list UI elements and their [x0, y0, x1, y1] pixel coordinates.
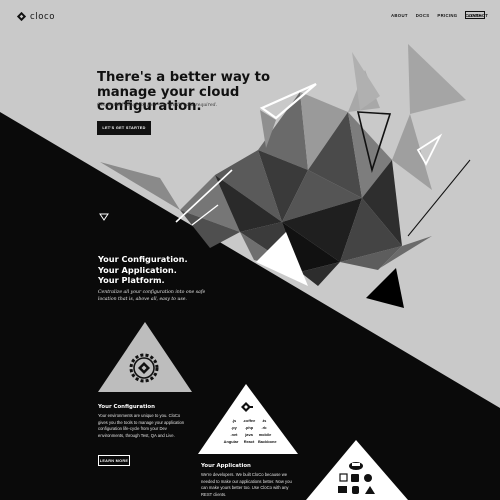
logo-text: cloco: [30, 11, 56, 22]
tagline-line-1: Your Configuration.: [98, 254, 188, 264]
tech-backbone: Backbone: [258, 439, 277, 444]
tagline-title: Your Configuration. Your Application. Yo…: [98, 254, 238, 286]
platform-icons-cluster: [338, 462, 375, 494]
logo[interactable]: cloco: [16, 11, 55, 22]
cloco-logo-small-icon: [241, 402, 253, 412]
tagline-line-2: Your Application.: [98, 264, 177, 275]
black-triangle: [366, 268, 404, 308]
tech-ts: .ts: [261, 418, 267, 423]
nav-docs[interactable]: DOCS: [416, 13, 430, 18]
tech-mobile: mobile: [258, 432, 272, 437]
configuration-text: Your environments are unique to you. Clo…: [98, 413, 185, 438]
nav-about[interactable]: ABOUT: [391, 13, 408, 18]
tagline-description: Centralize all your configuration into o…: [98, 290, 206, 302]
cloco-logo-icon: [16, 11, 27, 22]
tech-angular: Angular: [223, 439, 239, 444]
nav-pricing[interactable]: PRICING: [437, 13, 457, 18]
hero-subtitle: Get started today for free - no credit c…: [97, 103, 217, 108]
application-text: We're developers. We built CloCo because…: [201, 472, 292, 497]
learn-more-button[interactable]: LEARN MORE: [98, 455, 130, 466]
application-title: Your Application: [201, 463, 251, 469]
tagline-line-3: Your Platform.: [98, 275, 165, 285]
tech-react: React: [243, 439, 255, 444]
tech-rb: .rb: [261, 425, 267, 430]
configuration-title: Your Configuration: [98, 404, 155, 410]
get-started-button[interactable]: LET'S GET STARTED: [97, 121, 151, 135]
gear-logo-icon: [129, 353, 159, 383]
login-button[interactable]: LOGIN: [465, 11, 485, 19]
